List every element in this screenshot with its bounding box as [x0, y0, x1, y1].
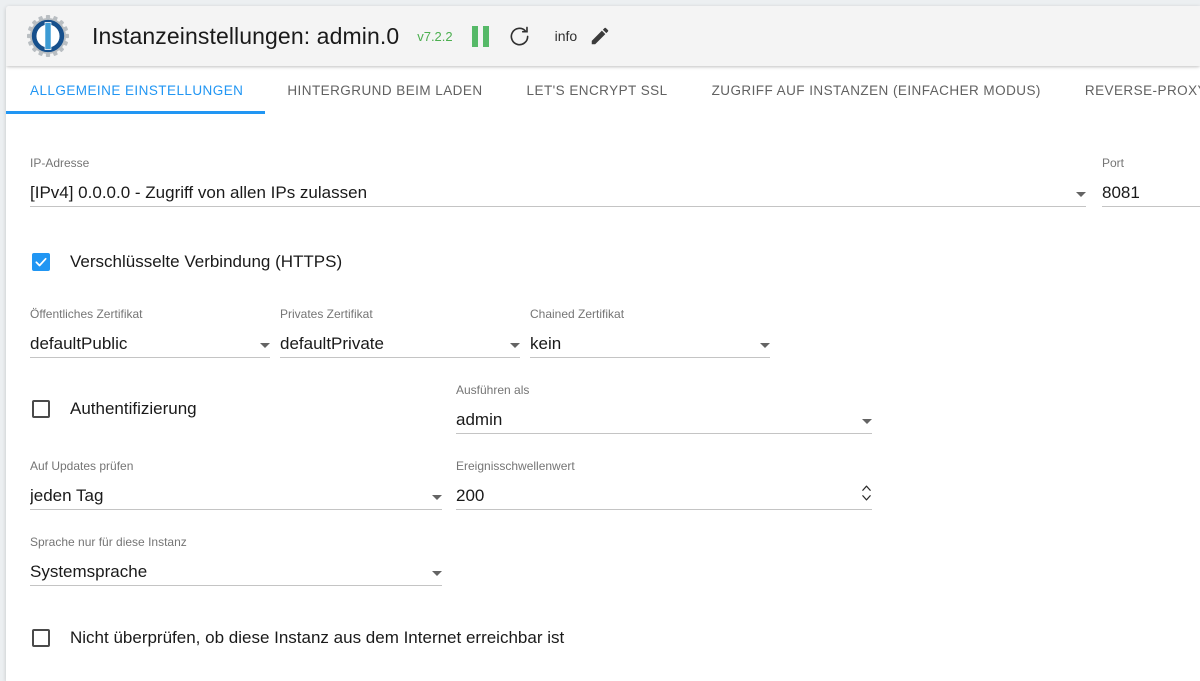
- port-value[interactable]: 8081: [1102, 183, 1200, 203]
- public-certificate-label: Öffentliches Zertifikat: [30, 307, 143, 321]
- tab-hintergrund-beim-laden[interactable]: HINTERGRUND BEIM LADEN: [265, 66, 504, 114]
- pencil-edit-icon[interactable]: [589, 25, 611, 47]
- https-checkbox-row[interactable]: Verschlüsselte Verbindung (HTTPS): [32, 252, 342, 272]
- event-threshold-field[interactable]: Ereignisschwellenwert 200: [456, 459, 872, 510]
- general-settings-form: IP-Adresse [IPv4] 0.0.0.0 - Zugriff von …: [6, 114, 1200, 681]
- number-stepper-icon[interactable]: [861, 482, 872, 504]
- chevron-down-icon[interactable]: [760, 343, 770, 348]
- check-updates-label: Auf Updates prüfen: [30, 459, 134, 473]
- checkbox-no-internet-check[interactable]: [32, 629, 50, 647]
- event-threshold-label: Ereignisschwellenwert: [456, 459, 575, 473]
- tab-label: HINTERGRUND BEIM LADEN: [287, 82, 483, 98]
- tab-label: ZUGRIFF AUF INSTANZEN (EINFACHER MODUS): [711, 82, 1041, 98]
- tab-label: LET'S ENCRYPT SSL: [526, 82, 668, 98]
- no-internet-check-checkbox-row[interactable]: Nicht überprüfen, ob diese Instanz aus d…: [32, 628, 564, 648]
- tab-zugriff-auf-instanzen[interactable]: ZUGRIFF AUF INSTANZEN (EINFACHER MODUS): [690, 66, 1063, 114]
- run-as-label: Ausführen als: [456, 383, 530, 397]
- instance-language-field[interactable]: Sprache nur für diese Instanz Systemspra…: [30, 535, 442, 586]
- settings-tabs: ALLGEMEINE EINSTELLUNGEN HINTERGRUND BEI…: [6, 66, 1200, 114]
- tab-lets-encrypt-ssl[interactable]: LET'S ENCRYPT SSL: [505, 66, 690, 114]
- chevron-down-icon[interactable]: [260, 343, 270, 348]
- chevron-down-icon[interactable]: [432, 495, 442, 500]
- public-certificate-value: defaultPublic: [30, 334, 128, 353]
- check-updates-field[interactable]: Auf Updates prüfen jeden Tag: [30, 459, 442, 510]
- instance-language-label: Sprache nur für diese Instanz: [30, 535, 187, 549]
- version-label: v7.2.2: [417, 28, 453, 44]
- page-title: Instanzeinstellungen: admin.0: [92, 22, 400, 49]
- run-as-value: admin: [456, 410, 503, 429]
- info-button[interactable]: info: [555, 28, 578, 44]
- run-as-field[interactable]: Ausführen als admin: [456, 383, 872, 434]
- ip-address-label: IP-Adresse: [30, 156, 90, 170]
- port-label: Port: [1102, 156, 1125, 170]
- chevron-down-icon[interactable]: [862, 419, 872, 424]
- pause-icon[interactable]: [471, 25, 489, 47]
- iobroker-gear-logo-icon: [26, 14, 70, 58]
- private-certificate-field[interactable]: Privates Zertifikat defaultPrivate: [280, 307, 520, 358]
- tab-allgemeine-einstellungen[interactable]: ALLGEMEINE EINSTELLUNGEN: [6, 66, 266, 114]
- tab-label: REVERSE-PROXY: [1084, 82, 1200, 98]
- instance-language-value: Systemsprache: [30, 562, 148, 581]
- private-certificate-value: defaultPrivate: [280, 334, 384, 353]
- app-header: Instanzeinstellungen: admin.0 v7.2.2 inf…: [6, 6, 1200, 66]
- ip-address-field[interactable]: IP-Adresse [IPv4] 0.0.0.0 - Zugriff von …: [30, 156, 1086, 207]
- private-certificate-label: Privates Zertifikat: [280, 307, 373, 321]
- chained-certificate-label: Chained Zertifikat: [530, 307, 625, 321]
- refresh-icon[interactable]: [508, 25, 531, 48]
- check-updates-value: jeden Tag: [30, 486, 104, 505]
- chevron-down-icon[interactable]: [510, 343, 520, 348]
- chevron-down-icon[interactable]: [432, 571, 442, 576]
- authentication-checkbox-row[interactable]: Authentifizierung: [32, 399, 197, 419]
- no-internet-check-label: Nicht überprüfen, ob diese Instanz aus d…: [70, 628, 565, 647]
- https-label: Verschlüsselte Verbindung (HTTPS): [70, 252, 343, 271]
- chained-certificate-value: kein: [530, 334, 562, 353]
- checkbox-https[interactable]: [32, 253, 50, 271]
- tab-label: ALLGEMEINE EINSTELLUNGEN: [30, 82, 244, 98]
- public-certificate-field[interactable]: Öffentliches Zertifikat defaultPublic: [30, 307, 270, 358]
- chevron-down-icon[interactable]: [1076, 192, 1086, 197]
- authentication-label: Authentifizierung: [70, 399, 197, 418]
- instance-settings-window: Instanzeinstellungen: admin.0 v7.2.2 inf…: [6, 6, 1200, 681]
- ip-address-value: [IPv4] 0.0.0.0 - Zugriff von allen IPs z…: [30, 183, 368, 202]
- event-threshold-value[interactable]: 200: [456, 486, 853, 506]
- tab-reverse-proxy[interactable]: REVERSE-PROXY: [1063, 66, 1200, 114]
- port-field[interactable]: Port 8081: [1102, 156, 1200, 207]
- checkbox-authentication[interactable]: [32, 400, 50, 418]
- chained-certificate-field[interactable]: Chained Zertifikat kein: [530, 307, 770, 358]
